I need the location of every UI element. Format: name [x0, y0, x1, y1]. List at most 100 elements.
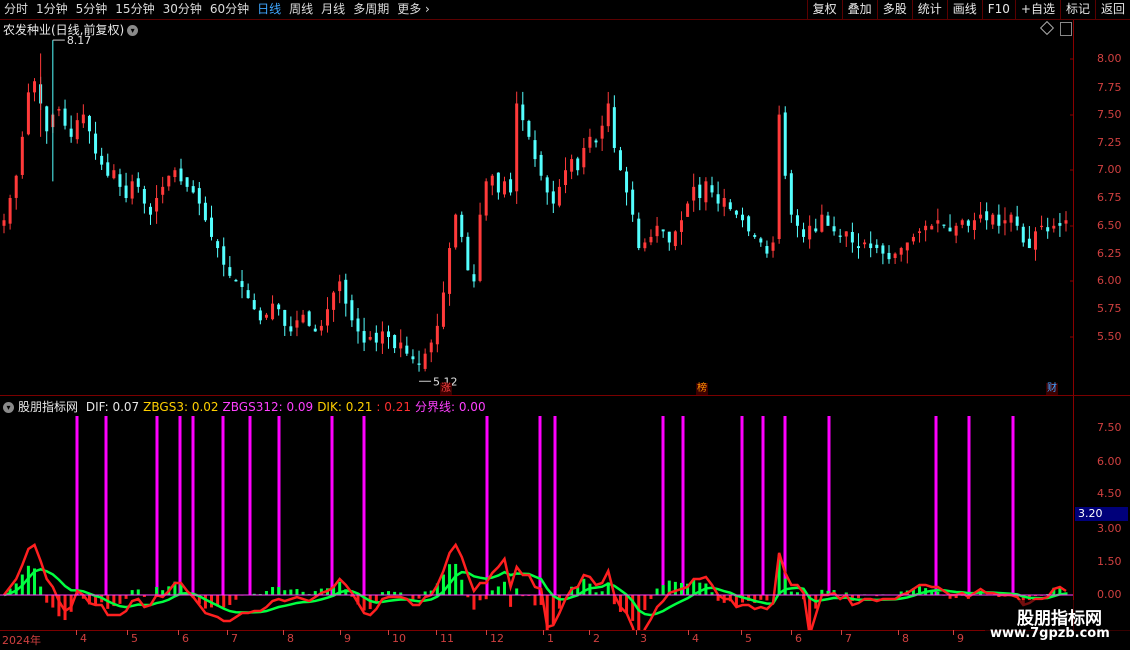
histogram-bar — [387, 591, 391, 595]
histogram-bar — [228, 595, 232, 605]
candle-body — [795, 215, 799, 226]
candle-body — [765, 246, 769, 254]
candle-body — [911, 236, 915, 242]
candle-body — [57, 109, 61, 111]
candle-body — [948, 227, 952, 232]
date-tick — [388, 630, 389, 635]
histogram-bar — [124, 595, 128, 599]
watermark-url: www.7gpzb.com — [990, 626, 1110, 641]
candle-body — [179, 168, 183, 182]
indicator-tick-label: 7.50 — [1097, 421, 1122, 434]
candle-body — [692, 186, 696, 201]
histogram-bar — [551, 595, 555, 625]
candle-body — [588, 136, 592, 148]
date-tick-label: 8 — [287, 632, 294, 645]
date-tick-label: 8 — [902, 632, 909, 645]
candle-body — [460, 214, 464, 237]
histogram-bar — [313, 591, 317, 595]
candle-body — [734, 210, 738, 215]
candle-body — [2, 220, 6, 226]
histogram-bar — [496, 586, 500, 595]
candle-body — [679, 220, 683, 232]
candle-body — [643, 242, 647, 249]
histogram-bar — [557, 595, 561, 609]
candle-body — [338, 281, 342, 292]
kline-chart[interactable]: 8.175.12 — [0, 0, 1074, 630]
candle-body — [325, 309, 329, 326]
candle-body — [820, 214, 824, 232]
candle-body — [1046, 227, 1050, 232]
candle-body — [466, 236, 470, 271]
histogram-bar — [673, 581, 677, 595]
candle-body — [741, 214, 745, 221]
price-tick-label: 6.75 — [1097, 191, 1122, 204]
date-tick — [486, 630, 487, 635]
candle-body — [808, 225, 812, 240]
date-tick — [340, 630, 341, 635]
histogram-bar — [45, 595, 49, 603]
histogram-bar — [51, 595, 55, 608]
legend-item: DIF: 0.07 — [85, 400, 140, 414]
candle-body — [216, 241, 220, 249]
candle-body — [924, 225, 928, 231]
histogram-bar — [222, 595, 226, 608]
candle-body — [710, 185, 714, 193]
date-tick — [127, 630, 128, 635]
candle-body — [783, 112, 787, 176]
candle-body — [777, 114, 781, 240]
candle-body — [167, 175, 171, 187]
date-tick-label: 11 — [440, 632, 454, 645]
histogram-bar — [448, 564, 452, 595]
candle-body — [295, 320, 299, 328]
candle-body — [625, 171, 629, 193]
histogram-bar — [136, 589, 140, 595]
indicator-legend: ▾ 股朋指标网 DIF: 0.07 ZBGS3: 0.02 ZBGS312: 0.09… — [3, 398, 490, 415]
candle-body — [844, 231, 848, 237]
candle-body — [356, 318, 360, 332]
histogram-bar — [234, 595, 238, 600]
candle-body — [942, 224, 946, 226]
date-tick-label: 4 — [692, 632, 699, 645]
candle-body — [753, 235, 757, 237]
candle-body — [112, 170, 116, 179]
candle-body — [14, 175, 18, 198]
panel-divider[interactable] — [0, 395, 1130, 396]
date-tick-label: 9 — [344, 632, 351, 645]
histogram-bar — [417, 595, 421, 599]
event-marker[interactable]: 涨 — [440, 383, 452, 395]
price-tick-label: 6.50 — [1097, 219, 1122, 232]
histogram-bar — [515, 588, 519, 595]
candle-body — [484, 181, 488, 216]
toolbar-button-8[interactable]: 返回 — [1094, 0, 1130, 19]
candle-body — [130, 181, 134, 199]
histogram-bar — [283, 590, 287, 595]
candle-body — [1009, 214, 1013, 223]
histogram-bar — [460, 579, 464, 595]
event-marker[interactable]: 财 — [1046, 383, 1058, 395]
candle-body — [283, 309, 287, 326]
histogram-bar — [765, 595, 769, 601]
date-tick-label: 7 — [845, 632, 852, 645]
candle-body — [429, 342, 433, 353]
candle-body — [289, 326, 293, 332]
candle-body — [20, 136, 24, 175]
candle-body — [850, 231, 854, 243]
histogram-bar — [783, 578, 787, 595]
candle-body — [405, 345, 409, 354]
chevron-down-icon[interactable]: ▾ — [3, 402, 14, 413]
indicator-name[interactable]: 股朋指标网 — [18, 400, 78, 414]
date-tick-label: 2024年 — [2, 634, 41, 647]
high-label: 8.17 — [67, 34, 92, 47]
date-tick — [436, 630, 437, 635]
event-marker[interactable]: 榜 — [696, 383, 708, 395]
candle-body — [704, 181, 708, 203]
candle-body — [94, 133, 98, 154]
candle-body — [435, 325, 439, 345]
candle-body — [387, 331, 391, 337]
price-tick-label: 7.00 — [1097, 163, 1122, 176]
histogram-bar — [411, 595, 415, 600]
candle-body — [313, 328, 317, 332]
date-tick — [543, 630, 544, 635]
candle-body — [277, 304, 281, 310]
date-tick-label: 4 — [80, 632, 87, 645]
